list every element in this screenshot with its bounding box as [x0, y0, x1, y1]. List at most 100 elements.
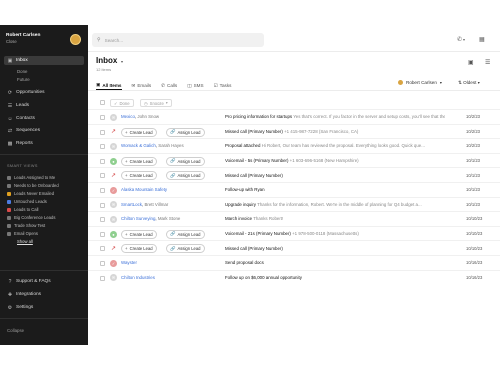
contact-cell[interactable]: Wayster [121, 260, 137, 265]
lead-link[interactable]: Chilton Industries [121, 275, 155, 280]
phone-icon[interactable]: ✆ [457, 36, 462, 43]
inbox-row[interactable]: ✉ Mexico, John Snow Pro pricing informatio… [88, 109, 500, 124]
lead-link[interactable]: Womack & Galich [121, 143, 156, 148]
select-all-checkbox[interactable] [100, 100, 105, 105]
lead-link[interactable]: Mexico [121, 114, 135, 119]
assign-lead-button[interactable]: 🔗 Assign Lead [166, 171, 205, 181]
smart-view-item[interactable]: Big Conference Leads [7, 215, 55, 220]
smart-view-item[interactable]: Email Opens [7, 231, 38, 236]
smart-view-item[interactable]: Needs to be Onboarded [7, 183, 59, 188]
search-input[interactable]: ⚲ Search... [92, 33, 264, 47]
inbox-row[interactable]: ✉ SmartLock, Brett Villmar Upgrade inquiry… [88, 196, 500, 212]
sidebar-item-inbox[interactable]: ▣ Inbox [4, 56, 84, 65]
row-checkbox[interactable] [100, 231, 105, 237]
smart-view-item[interactable]: Trade Show Test [7, 223, 45, 228]
row-checkbox[interactable] [100, 173, 105, 179]
subject-cell[interactable]: Upgrade inquiry Thanks for the informati… [225, 202, 445, 207]
tab-sms[interactable]: ◫ SMS [187, 81, 203, 90]
sidebar-item-settings[interactable]: ⚙ Settings [4, 303, 84, 312]
row-checkbox[interactable] [100, 188, 105, 193]
chevron-down-icon[interactable]: ▾ [121, 59, 123, 64]
create-lead-button[interactable]: + Create Lead [121, 127, 157, 137]
assign-lead-button[interactable]: 🔗 Assign Lead [166, 156, 205, 166]
tab-calls[interactable]: ✆ Calls [161, 81, 177, 90]
sidebar-item-done[interactable]: Done [17, 69, 28, 74]
user-menu[interactable]: Robert Carlsen Close [6, 33, 40, 44]
inbox-row[interactable]: ✉ Chilton Surveying, Mark Stone March invo… [88, 211, 500, 226]
subject-cell[interactable]: Pro pricing information for startups Yes… [225, 114, 445, 119]
tab-all-items[interactable]: ▣ All Items [96, 81, 122, 90]
row-checkbox[interactable] [100, 115, 105, 120]
assign-lead-button[interactable]: 🔗 Assign Lead [166, 229, 205, 239]
collapse-button[interactable]: Collapse [7, 328, 24, 333]
lead-link[interactable]: Chilton Surveying [121, 216, 155, 221]
subject-cell[interactable]: Send proposal docs [225, 260, 445, 265]
inbox-row[interactable]: ✉ Chilton Industries Follow up on $6,000 a… [88, 269, 500, 285]
subject-cell[interactable]: Missed call (Primary Number) [225, 246, 445, 251]
inbox-row[interactable]: ✉ Womack & Galich, Sarah Hayes Proposal at… [88, 138, 500, 153]
contact-cell[interactable]: Mexico, John Snow [121, 114, 159, 119]
subject-cell[interactable]: Proposal attached Hi Robert, Our team ha… [225, 143, 445, 148]
sidebar-item-reports[interactable]: ▩ Reports [4, 139, 84, 148]
contact-cell[interactable]: Alaska Mountain Safety [121, 187, 167, 192]
create-lead-button[interactable]: + Create Lead [121, 244, 157, 254]
smart-view-item[interactable]: Leads Never Emailed [7, 191, 54, 196]
inbox-icon[interactable]: ▣ [468, 59, 474, 66]
sidebar-item-support[interactable]: ? Support & FAQs [4, 277, 84, 286]
inbox-row[interactable]: ↗ + Create Lead 🔗 Assign Lead Missed call (Pr… [88, 123, 500, 139]
inbox-row[interactable]: ✓ Alaska Mountain Safety Follow-up with Ry… [88, 182, 500, 197]
tab-tasks[interactable]: ☑ Tasks [214, 81, 232, 90]
tab-emails[interactable]: ✉ Emails [132, 81, 152, 90]
sidebar-item-opportunities[interactable]: ⟳ Opportunities [4, 88, 84, 97]
row-checkbox[interactable] [100, 261, 105, 266]
lead-link[interactable]: SmartLock [121, 202, 142, 207]
owner-filter[interactable]: Robert Carlsen ▾ [398, 80, 442, 85]
subject-cell[interactable]: Voicemail - 5s (Primary Number) +1 603-6… [225, 158, 445, 163]
sort-dropdown[interactable]: ⇅ Oldest ▾ [458, 80, 480, 86]
sidebar-item-sequences[interactable]: ⇄ Sequences [4, 126, 84, 135]
contact-cell[interactable]: Chilton Industries [121, 275, 155, 280]
list-icon[interactable]: ☰ [485, 59, 490, 66]
row-checkbox[interactable] [100, 144, 105, 150]
row-checkbox[interactable] [100, 217, 105, 223]
show-all-link[interactable]: Show all [17, 239, 33, 244]
subject-cell[interactable]: Missed call (Primary Number) [225, 173, 445, 178]
chevron-down-icon[interactable]: ▾ [463, 37, 465, 42]
row-checkbox[interactable] [100, 246, 105, 252]
subject-cell[interactable]: Follow up on $6,000 annual opportunity [225, 275, 445, 280]
lead-link[interactable]: Alaska Mountain Safety [121, 187, 167, 192]
subject-cell[interactable]: Voicemail - 21s (Primary Number) +1 978-… [225, 231, 445, 236]
done-button[interactable]: ✓ Done [110, 99, 134, 107]
inbox-row[interactable]: ↗ + Create Lead 🔗 Assign Lead Missed call (Pr… [88, 240, 500, 255]
smart-view-item[interactable]: Leads Assigned to Me [7, 175, 55, 180]
snooze-button[interactable]: ◷ Snooze ▾ [140, 99, 172, 107]
subject-cell[interactable]: March invoice Thanks Robert! [225, 216, 445, 221]
row-checkbox[interactable] [100, 158, 105, 164]
contact-cell[interactable]: Womack & Galich, Sarah Hayes [121, 143, 184, 148]
contact-cell[interactable]: Chilton Surveying, Mark Stone [121, 216, 180, 221]
smart-view-item[interactable]: Leads to Call [7, 207, 38, 212]
contact-cell[interactable]: SmartLock, Brett Villmar [121, 202, 168, 207]
sidebar-item-leads[interactable]: ☰ Leads [4, 101, 84, 110]
inbox-row[interactable]: ● + Create Lead 🔗 Assign Lead Voicemail - 21s… [88, 225, 500, 241]
create-lead-button[interactable]: + Create Lead [121, 229, 157, 239]
lead-link[interactable]: Wayster [121, 260, 137, 265]
avatar[interactable] [70, 34, 81, 45]
subject-cell[interactable]: Missed call (Primary Number) +1 415-987-… [225, 129, 445, 134]
smart-view-item[interactable]: Untouched Leads [7, 199, 47, 204]
inbox-row[interactable]: ● + Create Lead 🔗 Assign Lead Voicemail - 5s … [88, 152, 500, 168]
inbox-row[interactable]: ↗ + Create Lead 🔗 Assign Lead Missed call (Pr… [88, 167, 500, 182]
assign-lead-button[interactable]: 🔗 Assign Lead [166, 127, 205, 137]
assign-lead-button[interactable]: 🔗 Assign Lead [166, 244, 205, 254]
sidebar-item-integrations[interactable]: ✚ Integrations [4, 290, 84, 299]
create-lead-button[interactable]: + Create Lead [121, 156, 157, 166]
row-checkbox[interactable] [100, 202, 105, 208]
create-lead-button[interactable]: + Create Lead [121, 171, 157, 181]
row-checkbox[interactable] [100, 275, 105, 281]
row-checkbox[interactable] [100, 129, 105, 135]
sidebar-item-future[interactable]: Future [17, 77, 30, 82]
subject-cell[interactable]: Follow-up with Ryan [225, 187, 445, 192]
grid-icon[interactable]: ▦ [479, 36, 485, 43]
inbox-row[interactable]: ✓ Wayster Send proposal docs 10/16/23 [88, 255, 500, 270]
sidebar-item-contacts[interactable]: ☺ Contacts [4, 114, 84, 123]
